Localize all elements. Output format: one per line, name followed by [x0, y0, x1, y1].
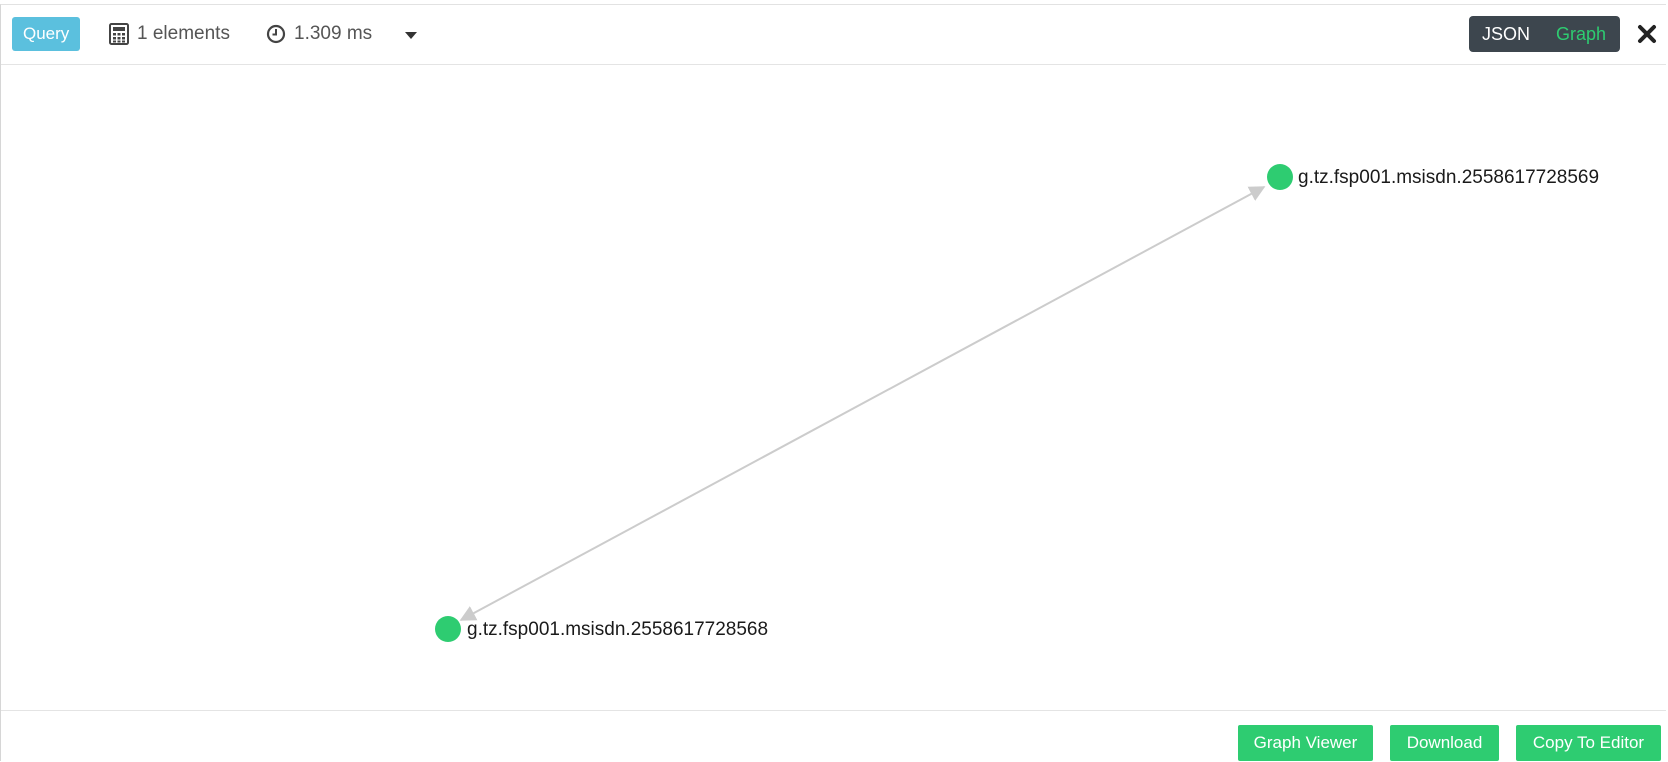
result-footer: Graph Viewer Download Copy To Editor [1, 710, 1666, 762]
calculator-icon [109, 23, 129, 45]
graph-node[interactable]: g.tz.fsp001.msisdn.2558617728568 [435, 616, 768, 642]
result-header: Query 1 elements 1.309 ms JSON Graph [1, 5, 1666, 65]
clock-icon [266, 24, 286, 44]
graph-viewer-button[interactable]: Graph Viewer [1238, 725, 1373, 761]
graph-node[interactable]: g.tz.fsp001.msisdn.2558617728569 [1267, 164, 1599, 190]
close-icon[interactable] [1635, 21, 1659, 47]
graph-canvas[interactable]: g.tz.fsp001.msisdn.2558617728569 g.tz.fs… [1, 65, 1666, 715]
query-result-panel: Query 1 elements 1.309 ms JSON Graph g.t… [0, 4, 1666, 761]
node-circle[interactable] [1267, 164, 1293, 190]
node-label: g.tz.fsp001.msisdn.2558617728569 [1298, 167, 1599, 188]
download-button[interactable]: Download [1390, 725, 1499, 761]
elements-count: 1 elements [109, 17, 230, 51]
elements-count-text: 1 elements [137, 23, 230, 44]
view-toggle: JSON Graph [1469, 16, 1620, 52]
execution-time: 1.309 ms [266, 17, 372, 51]
graph-edge[interactable] [459, 186, 1266, 621]
graph-svg[interactable]: g.tz.fsp001.msisdn.2558617728569 g.tz.fs… [1, 65, 1667, 715]
query-badge[interactable]: Query [12, 17, 81, 51]
node-circle[interactable] [435, 616, 461, 642]
copy-to-editor-button[interactable]: Copy To Editor [1516, 725, 1661, 761]
execution-time-text: 1.309 ms [294, 23, 373, 44]
caret-down-icon[interactable] [403, 28, 419, 42]
toggle-json[interactable]: JSON [1469, 24, 1552, 45]
toggle-graph[interactable]: Graph [1552, 24, 1606, 45]
node-label: g.tz.fsp001.msisdn.2558617728568 [467, 619, 768, 640]
